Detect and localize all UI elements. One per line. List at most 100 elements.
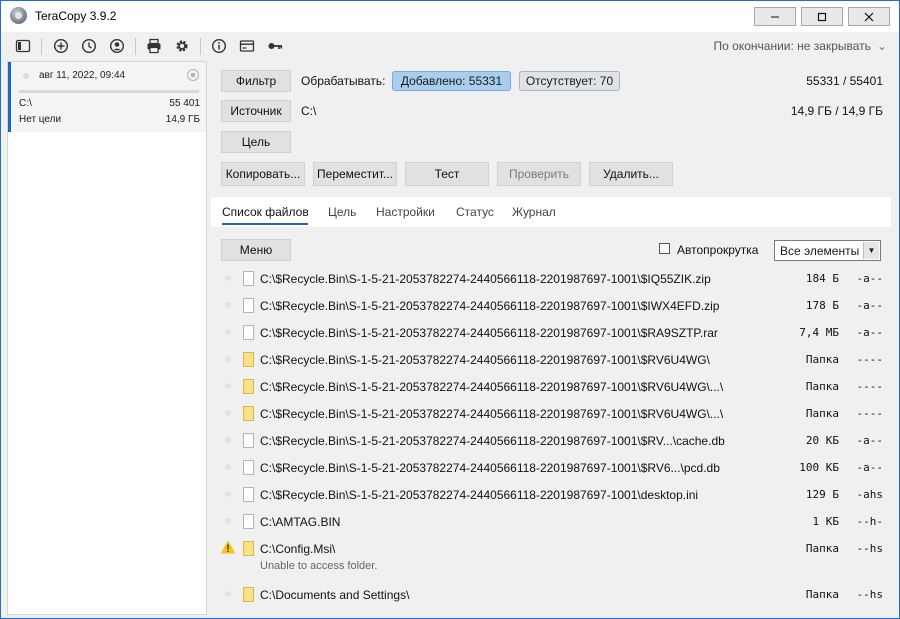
toolbar-separator xyxy=(200,38,201,55)
source-button[interactable]: Источник xyxy=(221,100,291,122)
file-attributes: -a-- xyxy=(856,272,884,285)
file-path: C:\AMTAG.BIN xyxy=(260,515,341,529)
file-icon xyxy=(243,514,254,529)
filter-select[interactable]: Все элементы ▼ xyxy=(774,240,881,261)
job-progress-bar xyxy=(19,90,199,93)
file-row[interactable]: C:\$Recycle.Bin\S-1-5-21-2053782274-2440… xyxy=(211,348,891,375)
file-attributes: ---- xyxy=(856,407,884,420)
file-icon xyxy=(243,487,254,502)
autoscroll-label: Автопрокрутка xyxy=(677,243,759,257)
maximize-button[interactable] xyxy=(801,7,843,26)
row-state-dot-icon xyxy=(225,518,231,524)
file-attributes: --h- xyxy=(856,515,884,528)
panel-toggle-icon[interactable] xyxy=(15,38,31,54)
menu-button[interactable]: Меню xyxy=(221,239,291,261)
job-source: C:\ xyxy=(19,98,32,109)
job-size: 14,9 ГБ xyxy=(165,114,200,125)
toolbar-separator xyxy=(41,38,42,55)
file-path: C:\$Recycle.Bin\S-1-5-21-2053782274-2440… xyxy=(260,353,710,367)
file-path: C:\$Recycle.Bin\S-1-5-21-2053782274-2440… xyxy=(260,461,720,475)
teracopy-logo-icon xyxy=(10,7,27,24)
file-size: 20 КБ xyxy=(805,434,839,447)
delete-button[interactable]: Удалить... xyxy=(589,162,673,186)
print-icon[interactable] xyxy=(146,38,162,54)
file-row[interactable]: C:\$Recycle.Bin\S-1-5-21-2053782274-2440… xyxy=(211,483,891,510)
tab-file-list[interactable]: Список файлов xyxy=(222,205,309,219)
on-finish-label: По окончании: не закрывать xyxy=(713,39,871,53)
file-row[interactable]: C:\Documents and Settings\ Папка --hs xyxy=(211,583,891,610)
file-size: 100 КБ xyxy=(799,461,839,474)
tab-log[interactable]: Журнал xyxy=(512,205,556,219)
file-attributes: -a-- xyxy=(856,326,884,339)
info-icon[interactable] xyxy=(211,38,227,54)
file-path: C:\$Recycle.Bin\S-1-5-21-2053782274-2440… xyxy=(260,488,699,502)
copy-button[interactable]: Копировать... xyxy=(221,162,305,186)
file-size: 184 Б xyxy=(805,272,839,285)
row-state-dot-icon xyxy=(225,356,231,362)
folder-icon xyxy=(243,352,254,367)
file-row[interactable]: C:\$Recycle.Bin\S-1-5-21-2053782274-2440… xyxy=(211,267,891,294)
file-row[interactable]: C:\Config.Msi\ Unable to access folder. Па… xyxy=(211,537,891,572)
user-icon[interactable] xyxy=(109,38,125,54)
settings-gear-icon[interactable] xyxy=(174,38,190,54)
file-size: 1 КБ xyxy=(812,515,840,528)
window-title: TeraCopy 3.9.2 xyxy=(35,9,117,23)
process-label: Обрабатывать: xyxy=(301,74,386,88)
test-button[interactable]: Тест xyxy=(405,162,489,186)
file-path: C:\Config.Msi\ xyxy=(260,542,336,556)
file-row[interactable]: C:\AMTAG.BIN 1 КБ --h- xyxy=(211,510,891,537)
file-path: C:\$Recycle.Bin\S-1-5-21-2053782274-2440… xyxy=(260,326,718,340)
on-finish-dropdown[interactable]: По окончании: не закрывать ⌄ xyxy=(714,39,887,53)
folder-icon xyxy=(243,406,254,421)
file-row[interactable]: C:\$Recycle.Bin\S-1-5-21-2053782274-2440… xyxy=(211,402,891,429)
row-state-dot-icon xyxy=(225,302,231,308)
tab-status[interactable]: Статус xyxy=(456,205,494,219)
autoscroll-checkbox[interactable] xyxy=(659,243,670,254)
close-icon xyxy=(864,12,874,21)
added-filter-badge[interactable]: Добавлено: 55331 xyxy=(392,71,511,91)
file-icon xyxy=(243,433,254,448)
title-bar: TeraCopy 3.9.2 xyxy=(1,1,899,32)
missing-filter-badge[interactable]: Отсутствует: 70 xyxy=(519,71,620,91)
close-button[interactable] xyxy=(848,7,890,26)
row-state-dot-icon xyxy=(225,591,231,597)
minimize-button[interactable] xyxy=(754,7,796,26)
row-state-dot-icon xyxy=(225,437,231,443)
job-item[interactable]: авг 11, 2022, 09:44 C:\ 55 401 Нет цели … xyxy=(8,62,206,132)
dropdown-arrow-icon: ▼ xyxy=(863,242,879,259)
row-state-dot-icon xyxy=(225,383,231,389)
file-row[interactable]: C:\$Recycle.Bin\S-1-5-21-2053782274-2440… xyxy=(211,375,891,402)
file-size: Папка xyxy=(805,380,839,393)
file-attributes: -ahs xyxy=(856,488,884,501)
verify-button[interactable]: Проверить xyxy=(497,162,581,186)
file-row[interactable]: C:\$Recycle.Bin\S-1-5-21-2053782274-2440… xyxy=(211,321,891,348)
file-icon xyxy=(243,325,254,340)
source-path: C:\ xyxy=(301,104,317,118)
file-path: C:\$Recycle.Bin\S-1-5-21-2053782274-2440… xyxy=(260,299,720,313)
file-path: C:\$Recycle.Bin\S-1-5-21-2053782274-2440… xyxy=(260,407,724,421)
add-icon[interactable] xyxy=(53,38,69,54)
folder-icon xyxy=(243,587,254,602)
key-icon[interactable] xyxy=(267,38,283,54)
filter-button[interactable]: Фильтр xyxy=(221,70,291,92)
tab-settings[interactable]: Настройки xyxy=(376,205,435,219)
size-info: 14,9 ГБ / 14,9 ГБ xyxy=(790,104,883,118)
tab-target[interactable]: Цель xyxy=(328,205,356,219)
file-path: C:\Documents and Settings\ xyxy=(260,588,410,602)
file-row[interactable]: C:\$Recycle.Bin\S-1-5-21-2053782274-2440… xyxy=(211,294,891,321)
file-attributes: --hs xyxy=(856,542,884,555)
file-attributes: ---- xyxy=(856,380,884,393)
move-button[interactable]: Переместит... xyxy=(313,162,397,186)
file-list-area: Меню Автопрокрутка Все элементы ▼ C:\$Re… xyxy=(211,227,891,613)
file-attributes: ---- xyxy=(856,353,884,366)
file-row[interactable]: C:\$Recycle.Bin\S-1-5-21-2053782274-2440… xyxy=(211,456,891,483)
stop-icon[interactable] xyxy=(187,69,199,81)
target-button[interactable]: Цель xyxy=(221,131,291,153)
row-state-dot-icon xyxy=(225,410,231,416)
file-row[interactable]: C:\$Recycle.Bin\S-1-5-21-2053782274-2440… xyxy=(211,429,891,456)
license-card-icon[interactable] xyxy=(239,38,255,54)
history-clock-icon[interactable] xyxy=(81,38,97,54)
maximize-icon xyxy=(817,12,827,21)
file-size: Папка xyxy=(805,353,839,366)
row-state-dot-icon xyxy=(225,464,231,470)
